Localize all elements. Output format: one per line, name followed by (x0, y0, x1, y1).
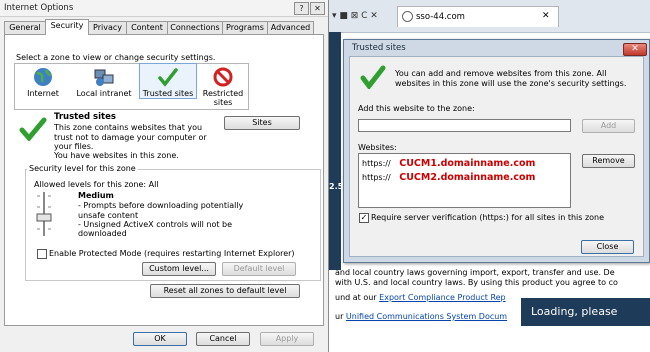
custom-level-button[interactable]: Custom level... (142, 262, 216, 276)
zone-internet[interactable]: Internet (21, 64, 65, 98)
trusted-close-icon[interactable]: ✕ (623, 43, 647, 56)
trusted-sites-dialog: Trusted sites ✕ You can add and remove w… (343, 39, 650, 263)
website-2-scheme: https:// (362, 173, 391, 182)
tab-title: sso-44.com (416, 12, 465, 22)
page-banner: 2.5 (329, 32, 344, 270)
tab-close-icon[interactable]: ✕ (542, 11, 550, 21)
zone-local-intranet-label: Local intranet (76, 89, 132, 98)
zone-local-intranet[interactable]: Local intranet (73, 64, 135, 98)
tab-loading-icon (402, 11, 413, 22)
zone-list: Internet Local intranet Trusted sites Re… (14, 63, 249, 110)
add-button[interactable]: Add (582, 119, 635, 133)
info-checkmark-icon (360, 65, 386, 91)
website-1-host: CUCM1.domainname.com (399, 158, 536, 169)
loading-overlay: Loading, please (521, 298, 650, 326)
select-zone-text: Select a zone to view or change security… (16, 53, 216, 62)
zone-trusted-sites[interactable]: Trusted sites (139, 63, 197, 99)
apply-button[interactable]: Apply (260, 332, 314, 346)
zone-restricted-sites-label: Restricted sites (202, 89, 244, 107)
tab-connections[interactable]: Connections (167, 21, 223, 34)
website-row-2[interactable]: https:// CUCM2.domainname.com (362, 172, 535, 183)
legal-line-1: and local country laws governing import,… (335, 268, 615, 277)
security-level-legend: Security level for this zone (27, 164, 138, 173)
export-line: und at our Export Compliance Product Rep (335, 293, 506, 302)
websites-label: Websites: (358, 143, 397, 152)
tab-programs[interactable]: Programs (222, 21, 268, 34)
security-slider[interactable] (33, 190, 55, 238)
restricted-icon (213, 67, 233, 87)
zone-heading: Trusted sites (54, 112, 116, 122)
add-website-input[interactable] (358, 119, 571, 132)
zone-internet-label: Internet (27, 89, 59, 98)
tab-content[interactable]: Content (126, 21, 168, 34)
export-prefix: und at our (335, 293, 377, 302)
website-row-1[interactable]: https:// CUCM1.domainname.com (362, 158, 535, 169)
websites-list[interactable]: https:// CUCM1.domainname.com https:// C… (358, 153, 571, 208)
website-2-host: CUCM2.domainname.com (399, 172, 536, 183)
level-bullet-2: - Unsigned ActiveX controls will not be … (78, 220, 233, 238)
cancel-button[interactable]: Cancel (196, 332, 250, 346)
info-text: You can add and remove websites from thi… (395, 69, 627, 88)
ok-button[interactable]: OK (133, 332, 187, 346)
require-https-label: Require server verification (https:) for… (371, 213, 605, 222)
globe-icon (33, 67, 53, 87)
protected-mode-checkbox[interactable] (37, 249, 47, 259)
banner-text: 2.5 (329, 182, 344, 191)
add-website-label: Add this website to the zone: (358, 104, 475, 113)
close-button[interactable]: Close (581, 240, 634, 254)
tab-security[interactable]: Security (45, 19, 89, 35)
zone-restricted-sites[interactable]: Restricted sites (201, 64, 245, 107)
require-https-checkbox[interactable]: ✓ (359, 213, 369, 223)
legal-line-2: with U.S. and local country laws. By usi… (335, 278, 618, 287)
uc-docs-link[interactable]: Unified Communications System Docum (346, 312, 507, 321)
zone-trusted-sites-label: Trusted sites (142, 89, 194, 98)
network-globe-icon (94, 67, 114, 87)
legal-text: and local country laws governing import,… (335, 268, 650, 288)
protected-mode-label: Enable Protected Mode (requires restarti… (49, 249, 295, 258)
tab-privacy[interactable]: Privacy (88, 21, 127, 34)
browser-toolbar: ▾ ■ ⊠ C ✕ sso-44.com ✕ (329, 0, 650, 33)
sites-button[interactable]: Sites (224, 116, 300, 130)
title-bar: Internet Options ? ✕ (0, 0, 328, 17)
level-name: Medium (78, 191, 114, 200)
zone-description-2: You have websites in this zone. (54, 151, 179, 160)
trusted-sites-title: Trusted sites (352, 43, 406, 53)
close-button[interactable]: ✕ (310, 2, 325, 15)
trusted-sites-body: You can add and remove websites from thi… (349, 56, 644, 257)
window-title: Internet Options (4, 3, 74, 13)
browser-tab[interactable]: sso-44.com ✕ (397, 6, 559, 27)
export-compliance-link[interactable]: Export Compliance Product Rep (379, 293, 505, 302)
docs-prefix: ur (335, 312, 344, 321)
tab-general[interactable]: General (4, 21, 46, 34)
allowed-levels-text: Allowed levels for this zone: All (34, 180, 159, 189)
zone-description: This zone contains websites that you tru… (54, 123, 207, 151)
website-1-scheme: https:// (362, 159, 391, 168)
internet-options-dialog: Internet Options ? ✕ General Security Pr… (0, 0, 329, 352)
tab-advanced[interactable]: Advanced (267, 21, 314, 34)
big-checkmark-icon (19, 117, 47, 143)
reset-all-zones-button[interactable]: Reset all zones to default level (150, 284, 300, 298)
remove-button[interactable]: Remove (582, 154, 635, 168)
nav-buttons[interactable]: ▾ ■ ⊠ C ✕ (332, 11, 378, 21)
default-level-button[interactable]: Default level (222, 262, 296, 276)
checkmark-icon (158, 67, 178, 87)
docs-line: ur Unified Communications System Docum (335, 312, 507, 321)
help-button[interactable]: ? (294, 2, 309, 15)
level-bullet-1: - Prompts before downloading potentially… (78, 201, 244, 220)
